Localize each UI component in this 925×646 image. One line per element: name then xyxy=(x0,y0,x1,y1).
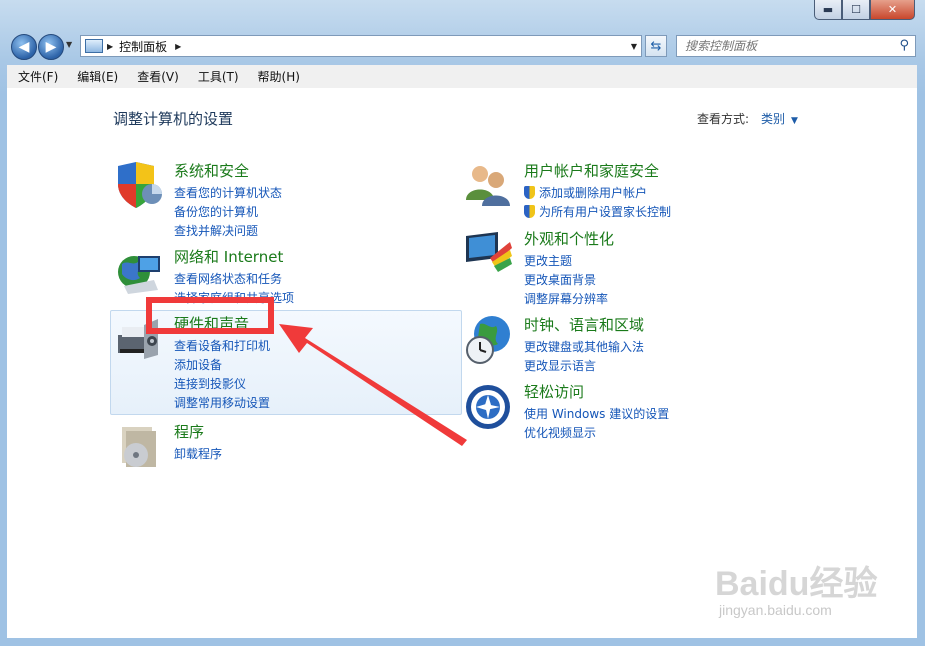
category-links: 使用 Windows 建议的设置 优化视频显示 xyxy=(524,405,669,443)
uac-shield-icon xyxy=(524,186,535,199)
breadcrumb-separator-icon[interactable]: ▶ xyxy=(175,42,181,51)
category-title[interactable]: 程序 xyxy=(174,421,204,442)
link-check-status[interactable]: 查看您的计算机状态 xyxy=(174,184,282,203)
users-icon xyxy=(466,166,510,206)
breadcrumb-control-panel[interactable]: 控制面板 xyxy=(119,38,167,55)
link-add-device[interactable]: 添加设备 xyxy=(174,356,270,375)
shield-icon xyxy=(118,162,162,208)
menu-help[interactable]: 帮助(H) xyxy=(247,68,308,85)
link-troubleshoot[interactable]: 查找并解决问题 xyxy=(174,222,282,241)
category-title[interactable]: 系统和安全 xyxy=(174,160,249,181)
watermark-logo: Baidu经验 jingyan.baidu.com xyxy=(707,546,907,632)
control-panel-window: ▬ ☐ ✕ ◀ ▶ ▼ ▶ 控制面板 ▶ ▼ ⇆ ⚲ 文件(F) 编辑(E) 查… xyxy=(0,0,925,646)
window-controls: ▬ ☐ ✕ xyxy=(814,0,915,20)
watermark-url: jingyan.baidu.com xyxy=(719,602,832,618)
category-title[interactable]: 网络和 Internet xyxy=(174,246,283,267)
recent-pages-chevron-icon[interactable]: ▼ xyxy=(66,40,72,49)
menu-edit[interactable]: 编辑(E) xyxy=(66,68,126,85)
category-links: 添加或删除用户帐户 为所有用户设置家长控制 xyxy=(524,184,671,222)
search-box[interactable]: ⚲ xyxy=(676,35,916,57)
search-icon[interactable]: ⚲ xyxy=(899,38,909,53)
link-text: 为所有用户设置家长控制 xyxy=(539,205,672,219)
back-button[interactable]: ◀ xyxy=(11,34,37,60)
menu-bar: 文件(F) 编辑(E) 查看(V) 工具(T) 帮助(H) xyxy=(7,65,917,89)
content-pane: 调整计算机的设置 查看方式: 类别 ▼ 系统和安全 查看您的计算机状态 备份您的计… xyxy=(7,88,917,638)
link-mobility[interactable]: 调整常用移动设置 xyxy=(174,394,270,413)
navigation-bar: ◀ ▶ ▼ ▶ 控制面板 ▶ ▼ ⇆ ⚲ xyxy=(0,30,925,62)
link-backup[interactable]: 备份您的计算机 xyxy=(174,203,282,222)
link-display-language[interactable]: 更改显示语言 xyxy=(524,357,644,376)
category-links: 查看设备和打印机 添加设备 连接到投影仪 调整常用移动设置 xyxy=(174,337,270,413)
view-by-value: 类别 xyxy=(761,112,786,126)
link-desktop-background[interactable]: 更改桌面背景 xyxy=(524,271,608,290)
close-button[interactable]: ✕ xyxy=(870,0,915,20)
link-add-remove-users[interactable]: 添加或删除用户帐户 xyxy=(524,184,671,203)
network-icon xyxy=(118,256,160,294)
link-recommended-settings[interactable]: 使用 Windows 建议的设置 xyxy=(524,405,669,424)
page-title: 调整计算机的设置 xyxy=(113,110,234,128)
menu-file[interactable]: 文件(F) xyxy=(7,68,66,85)
category-links: 查看您的计算机状态 备份您的计算机 查找并解决问题 xyxy=(174,184,282,241)
menu-tools[interactable]: 工具(T) xyxy=(187,68,247,85)
dropdown-arrow-icon: ▼ xyxy=(791,116,798,126)
programs-icon xyxy=(122,427,156,467)
address-bar[interactable]: ▶ 控制面板 ▶ ▼ xyxy=(80,35,642,57)
link-optimize-display[interactable]: 优化视频显示 xyxy=(524,424,669,443)
view-by-label: 查看方式: xyxy=(697,112,750,126)
forward-button[interactable]: ▶ xyxy=(38,34,64,60)
category-title[interactable]: 轻松访问 xyxy=(524,381,584,402)
title-bar: ▬ ☐ ✕ xyxy=(0,0,925,30)
accessibility-icon xyxy=(466,385,510,429)
link-text: 添加或删除用户帐户 xyxy=(539,186,648,200)
breadcrumb-separator-icon[interactable]: ▶ xyxy=(107,42,113,51)
category-links: 更改主题 更改桌面背景 调整屏幕分辨率 xyxy=(524,252,608,309)
link-devices-printers[interactable]: 查看设备和打印机 xyxy=(174,337,270,356)
menu-view[interactable]: 查看(V) xyxy=(126,68,187,85)
link-screen-resolution[interactable]: 调整屏幕分辨率 xyxy=(524,290,608,309)
link-network-status[interactable]: 查看网络状态和任务 xyxy=(174,270,294,289)
view-by-dropdown[interactable]: 类别 ▼ xyxy=(761,110,798,127)
monitor-icon xyxy=(466,232,512,272)
globe-clock-icon xyxy=(466,316,510,364)
category-links: 卸载程序 xyxy=(174,445,222,464)
annotation-highlight-box xyxy=(146,297,274,334)
search-input[interactable] xyxy=(683,38,887,54)
minimize-button[interactable]: ▬ xyxy=(814,0,842,20)
link-projector[interactable]: 连接到投影仪 xyxy=(174,375,270,394)
control-panel-icon xyxy=(85,39,103,53)
uac-shield-icon xyxy=(524,205,535,218)
link-keyboard-input[interactable]: 更改键盘或其他输入法 xyxy=(524,338,644,357)
link-parental-controls[interactable]: 为所有用户设置家长控制 xyxy=(524,203,671,222)
refresh-button[interactable]: ⇆ xyxy=(645,35,667,57)
category-title[interactable]: 外观和个性化 xyxy=(524,228,614,249)
category-title[interactable]: 时钟、语言和区域 xyxy=(524,314,644,335)
category-links: 更改键盘或其他输入法 更改显示语言 xyxy=(524,338,644,376)
category-title[interactable]: 用户帐户和家庭安全 xyxy=(524,160,659,181)
link-change-theme[interactable]: 更改主题 xyxy=(524,252,608,271)
address-dropdown-icon[interactable]: ▼ xyxy=(631,42,637,51)
link-uninstall[interactable]: 卸载程序 xyxy=(174,445,222,464)
watermark-brand: Baidu经验 xyxy=(715,565,878,603)
maximize-button[interactable]: ☐ xyxy=(842,0,870,20)
